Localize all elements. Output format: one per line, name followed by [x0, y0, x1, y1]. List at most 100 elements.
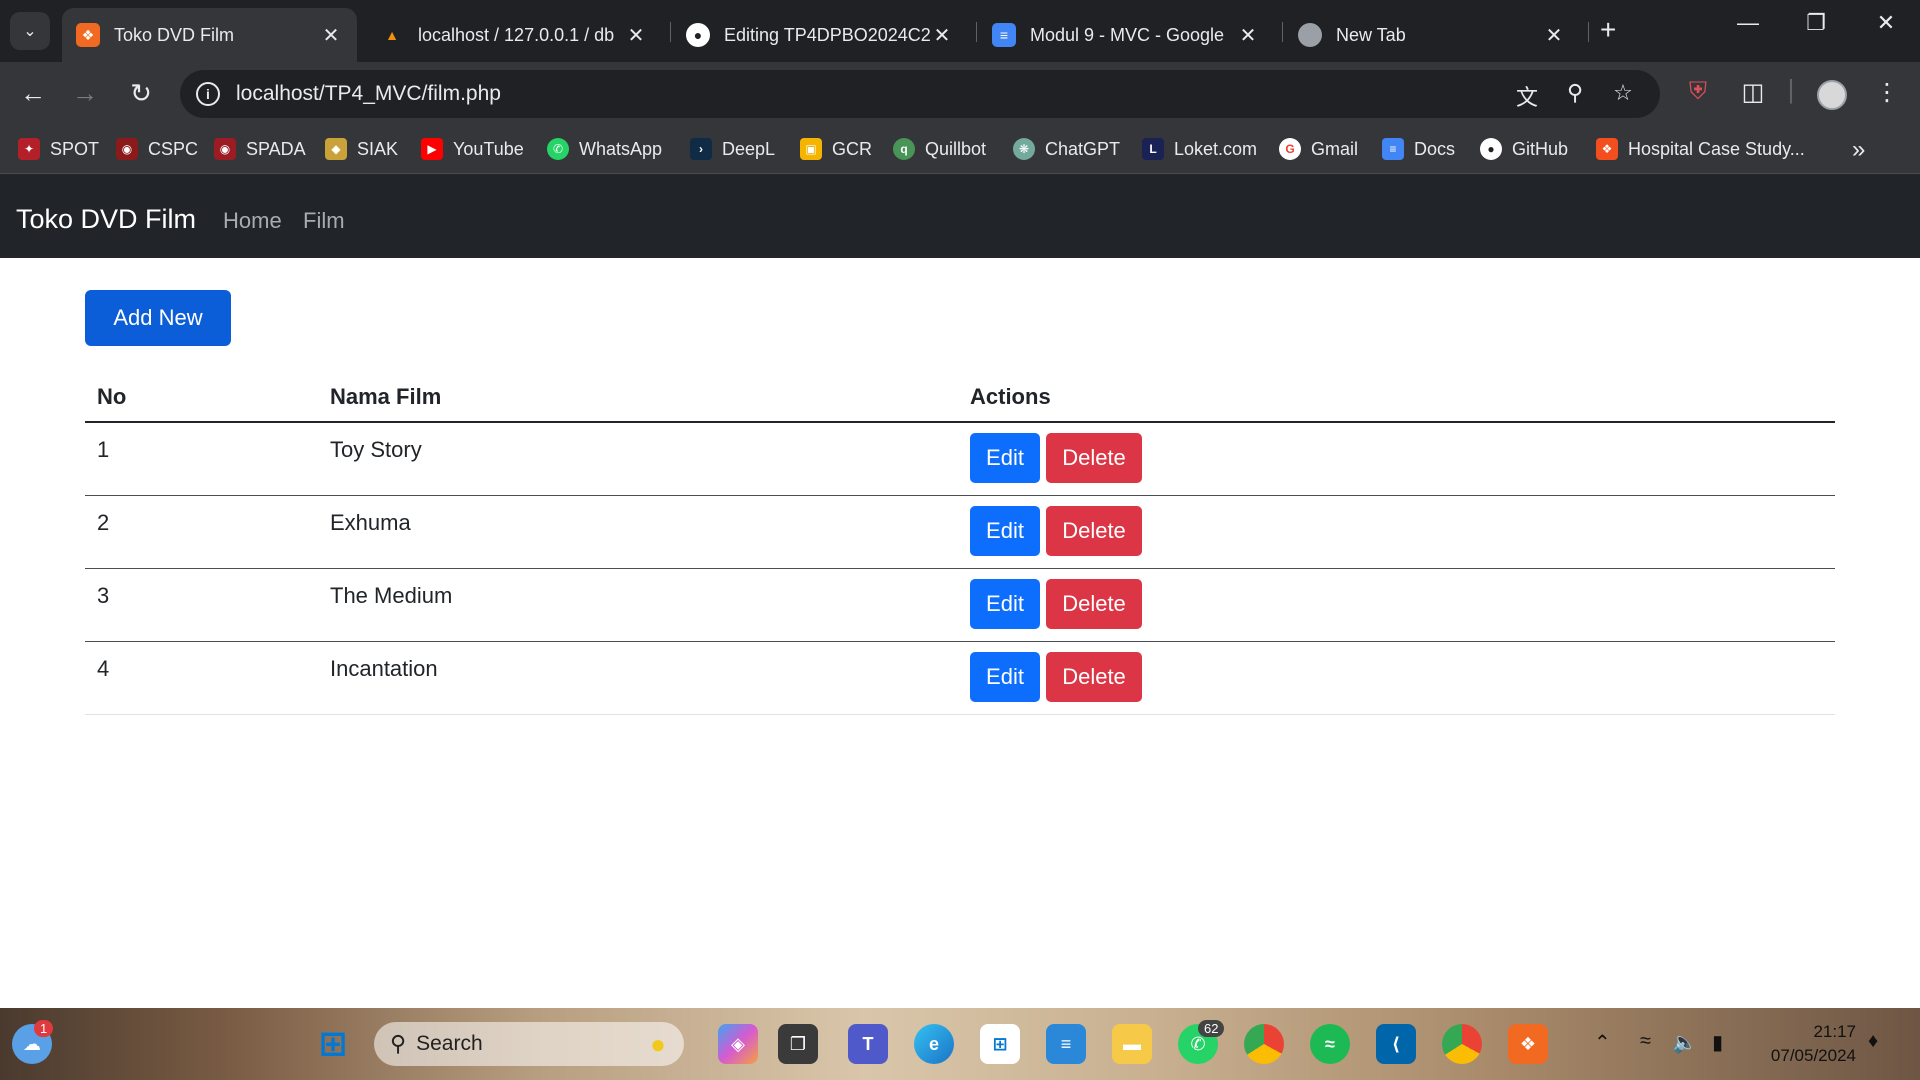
weather-badge: 1 — [34, 1020, 54, 1037]
back-arrow-icon[interactable]: ← — [16, 78, 50, 109]
chevron-down-icon: ⌄ — [23, 23, 37, 40]
delete-button[interactable]: Delete — [1046, 433, 1142, 483]
bookmark-label: Gmail — [1311, 138, 1359, 159]
edit-button[interactable]: Edit — [970, 433, 1040, 483]
bookmark-label: YouTube — [453, 138, 524, 159]
nav-link-film[interactable]: Film — [303, 208, 345, 234]
phpmyadmin-icon: ▲ — [385, 27, 399, 43]
table-row: 3 The Medium Edit Delete — [85, 569, 1835, 642]
bookmarks-overflow-icon[interactable]: » — [1852, 136, 1865, 164]
bookmark-gmail[interactable]: G Gmail — [1279, 138, 1358, 160]
tab-title: Modul 9 - MVC - Google — [1030, 24, 1225, 45]
chevron-up-icon[interactable]: ⌃ — [1594, 1030, 1611, 1055]
search-placeholder: Search — [416, 1032, 483, 1055]
bookmark-deepl[interactable]: › DeepL — [690, 138, 775, 160]
bookmark-hospital-case-study[interactable]: ❖ Hospital Case Study... — [1596, 138, 1805, 160]
wifi-icon[interactable]: ≈ — [1640, 1030, 1651, 1053]
row-number: 1 — [97, 437, 110, 462]
add-new-button[interactable]: Add New — [85, 290, 231, 346]
taskbar-clock[interactable]: 21:17 07/05/2024 — [1760, 1020, 1856, 1068]
restore-icon[interactable]: ❐ — [1796, 10, 1836, 36]
bookmark-github[interactable]: ● GitHub — [1480, 138, 1568, 160]
battery-icon[interactable]: ▮ — [1712, 1030, 1723, 1055]
bookmark-spot[interactable]: ✦ SPOT — [18, 138, 99, 160]
teams-icon[interactable]: T — [848, 1024, 888, 1064]
vscode-icon[interactable]: ⟨ — [1376, 1024, 1416, 1064]
edit-button[interactable]: Edit — [970, 579, 1040, 629]
more-menu-icon[interactable]: ⋮ — [1870, 78, 1904, 107]
edit-button[interactable]: Edit — [970, 506, 1040, 556]
bookmark-youtube[interactable]: ▶ YouTube — [421, 138, 524, 160]
navbar-brand[interactable]: Toko DVD Film — [16, 204, 196, 235]
edit-button[interactable]: Edit — [970, 652, 1040, 702]
figma-icon: ❖ — [1596, 138, 1618, 160]
delete-button[interactable]: Delete — [1046, 579, 1142, 629]
microsoft-store-icon[interactable]: ⊞ — [980, 1024, 1020, 1064]
browser-toolbar: ← → ↻ i localhost/TP4_MVC/film.php 文 ⚲ ☆… — [0, 62, 1920, 126]
bookmark-gcr[interactable]: ▣ GCR — [800, 138, 872, 160]
bookmark-docs[interactable]: ≡ Docs — [1382, 138, 1455, 160]
film-name: Exhuma — [330, 510, 411, 535]
edge-icon[interactable]: e — [914, 1024, 954, 1064]
address-bar[interactable]: i localhost/TP4_MVC/film.php 文 ⚲ ☆ — [180, 70, 1660, 118]
chrome-icon[interactable] — [1244, 1024, 1284, 1064]
tab-toko-dvd-film[interactable]: ❖ Toko DVD Film ✕ — [62, 8, 357, 62]
windows-start-icon[interactable]: ⊞ — [313, 1024, 353, 1064]
bookmark-label: Quillbot — [925, 138, 987, 159]
bookmark-star-icon[interactable]: ☆ — [1608, 80, 1638, 106]
site-info-icon[interactable]: i — [196, 82, 220, 106]
bookmark-whatsapp[interactable]: ✆ WhatsApp — [547, 138, 662, 160]
delete-button[interactable]: Delete — [1046, 506, 1142, 556]
new-tab-plus-icon[interactable]: + — [1600, 14, 1616, 46]
tab-search-button[interactable]: ⌄ — [10, 12, 50, 50]
bookmark-quillbot[interactable]: q Quillbot — [893, 138, 986, 160]
bookmark-label: SPADA — [246, 138, 306, 159]
close-tab-icon[interactable]: ✕ — [930, 23, 954, 48]
youtube-icon: ▶ — [421, 138, 443, 160]
volume-icon[interactable]: 🔈 — [1672, 1030, 1697, 1055]
nav-link-home[interactable]: Home — [223, 208, 282, 234]
notification-bell-icon[interactable]: ♦ — [1868, 1030, 1878, 1053]
bookmark-cspc[interactable]: ◉ CSPC — [116, 138, 198, 160]
bookmark-chatgpt[interactable]: ❋ ChatGPT — [1013, 138, 1120, 160]
task-view-icon[interactable]: ❐ — [778, 1024, 818, 1064]
google-icon: G — [1279, 138, 1301, 160]
spot-icon: ✦ — [18, 138, 40, 160]
close-window-icon[interactable]: ✕ — [1866, 10, 1906, 36]
tab-google-docs[interactable]: ≡ Modul 9 - MVC - Google ✕ — [978, 8, 1274, 62]
url-text[interactable]: localhost/TP4_MVC/film.php — [236, 82, 501, 106]
notepad-icon[interactable]: ≡ — [1046, 1024, 1086, 1064]
cspc-icon: ◉ — [116, 138, 138, 160]
duck-widget-icon[interactable]: ● — [638, 1024, 678, 1064]
profile-avatar[interactable] — [1817, 80, 1847, 110]
delete-button[interactable]: Delete — [1046, 652, 1142, 702]
tab-title: Editing TP4DPBO2024C2/ — [724, 24, 930, 45]
xampp-icon[interactable]: ❖ — [1508, 1024, 1548, 1064]
file-explorer-icon[interactable]: ▬ — [1112, 1024, 1152, 1064]
close-tab-icon[interactable]: ✕ — [624, 23, 648, 48]
tab-github-editing[interactable]: ● Editing TP4DPBO2024C2/ ✕ — [672, 8, 968, 62]
chrome-profile-icon[interactable] — [1442, 1024, 1482, 1064]
chatgpt-icon: ❋ — [1013, 138, 1035, 160]
whatsapp-icon: ✆ — [547, 138, 569, 160]
minimize-icon[interactable]: — — [1728, 10, 1768, 36]
bookmark-loket[interactable]: L Loket.com — [1142, 138, 1257, 160]
table-header-row: No Nama Film Actions — [85, 370, 1835, 423]
reload-icon[interactable]: ↻ — [124, 78, 158, 109]
close-tab-icon[interactable]: ✕ — [1236, 23, 1260, 48]
tab-title: New Tab — [1336, 24, 1406, 45]
extensions-puzzle-icon[interactable]: ◫ — [1736, 78, 1770, 107]
bookmark-spada[interactable]: ◉ SPADA — [214, 138, 306, 160]
extension-shield-icon[interactable]: ⛨ — [1681, 78, 1715, 106]
spotify-icon[interactable]: ≈ — [1310, 1024, 1350, 1064]
bookmark-siak[interactable]: ◆ SIAK — [325, 138, 398, 160]
zoom-icon[interactable]: ⚲ — [1560, 80, 1590, 106]
translate-icon[interactable]: 文 — [1512, 80, 1542, 112]
close-tab-icon[interactable]: ✕ — [1542, 23, 1566, 48]
tab-new-tab[interactable]: New Tab ✕ — [1284, 8, 1580, 62]
whatsapp-badge: 62 — [1198, 1020, 1225, 1037]
tab-phpmyadmin[interactable]: ▲ localhost / 127.0.0.1 / db ✕ — [366, 8, 662, 62]
copilot-icon[interactable]: ◈ — [718, 1024, 758, 1064]
forward-arrow-icon[interactable]: → — [68, 78, 102, 109]
close-tab-icon[interactable]: ✕ — [319, 23, 343, 48]
